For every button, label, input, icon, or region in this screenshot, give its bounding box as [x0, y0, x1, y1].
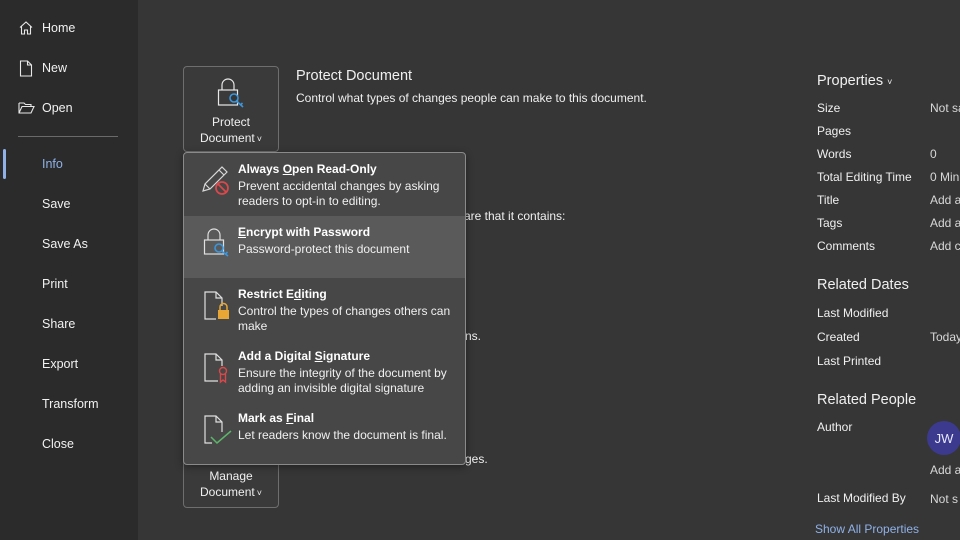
menu-item-title: Add a Digital Signature — [238, 349, 371, 363]
sidebar-divider — [18, 136, 118, 137]
sidebar-item-export[interactable]: Export — [0, 347, 138, 381]
sidebar-item-label: Print — [42, 277, 68, 291]
sidebar-item-label: Info — [42, 157, 63, 171]
sidebar-item-label: Home — [42, 21, 76, 35]
sidebar-item-label: Export — [42, 357, 79, 371]
property-label-last-modified-by: Last Modified By — [817, 491, 906, 505]
protect-document-label-2: Document ˅ — [200, 131, 262, 145]
protect-document-menu: Always Open Read-Only Prevent accidental… — [183, 152, 466, 465]
property-value-comments-input[interactable]: Add c — [930, 239, 960, 253]
property-value-words: 0 — [930, 147, 937, 161]
document-lock-icon — [200, 286, 234, 322]
property-value-size: Not sa — [930, 101, 960, 115]
menu-item-restrict-editing[interactable]: Restrict Editing Control the types of ch… — [184, 278, 465, 340]
property-label-size: Size — [817, 101, 841, 115]
sidebar-item-label: Share — [42, 317, 76, 331]
document-check-icon — [200, 410, 234, 446]
protect-document-label-1: Protect — [211, 115, 250, 129]
pencil-no-icon — [200, 161, 234, 197]
property-label-title: Title — [817, 193, 840, 207]
menu-item-title: Encrypt with Password — [238, 225, 371, 239]
chevron-down-icon: ˅ — [256, 488, 262, 498]
menu-item-always-open-read-only[interactable]: Always Open Read-Only Prevent accidental… — [184, 153, 465, 216]
sidebar-item-transform[interactable]: Transform — [0, 387, 138, 421]
chevron-down-icon: ˅ — [256, 134, 262, 144]
menu-item-mark-as-final[interactable]: Mark as Final Let readers know the docum… — [184, 402, 465, 464]
property-label-comments: Comments — [817, 239, 876, 253]
backstage-sidebar: Home New Open Info Save Save As Print Sh… — [0, 0, 138, 540]
property-label-created: Created — [817, 330, 860, 344]
properties-heading[interactable]: Properties ˅ — [817, 73, 892, 89]
document-ribbon-icon — [200, 348, 234, 384]
protect-document-button[interactable]: Protect Document ˅ — [183, 66, 279, 152]
sidebar-item-label: Close — [42, 437, 74, 451]
menu-item-description: Prevent accidental changes by asking rea… — [238, 179, 440, 208]
inspect-description-fragment-2: ns. — [465, 329, 482, 343]
menu-item-add-digital-signature[interactable]: Add a Digital Signature Ensure the integ… — [184, 340, 465, 402]
menu-item-description: Let readers know the document is final. — [238, 428, 447, 442]
lock-key-icon — [216, 76, 246, 114]
menu-item-title: Restrict Editing — [238, 287, 327, 301]
protect-document-description: Control what types of changes people can… — [296, 91, 647, 105]
property-value-last-modified-by: Not s — [930, 492, 959, 506]
property-label-pages: Pages — [817, 124, 852, 138]
menu-item-description: Password-protect this document — [238, 242, 410, 256]
property-value-created: Today — [930, 330, 960, 344]
chevron-down-icon: ˅ — [887, 77, 893, 87]
author-avatar[interactable]: JW — [927, 421, 960, 455]
menu-item-title: Mark as Final — [238, 411, 315, 425]
property-label-last-printed: Last Printed — [817, 354, 882, 368]
sidebar-item-save-as[interactable]: Save As — [0, 227, 138, 261]
lock-key-icon — [200, 224, 234, 260]
sidebar-item-label: New — [42, 61, 68, 75]
sidebar-item-home[interactable]: Home — [0, 11, 138, 45]
property-label-editing-time: Total Editing Time — [817, 170, 912, 184]
show-all-properties-link[interactable]: Show All Properties — [815, 522, 919, 536]
sidebar-item-label: Save — [42, 197, 71, 211]
property-label-words: Words — [817, 147, 852, 161]
manage-document-label-1: Manage — [209, 469, 253, 483]
property-value-editing-time: 0 Min — [930, 170, 960, 184]
home-icon — [17, 19, 35, 37]
sidebar-item-label: Open — [42, 101, 73, 115]
folder-open-icon — [17, 99, 35, 117]
sidebar-item-close[interactable]: Close — [0, 427, 138, 461]
property-value-tags-input[interactable]: Add a — [930, 216, 960, 230]
property-label-author: Author — [817, 420, 853, 434]
sidebar-item-open[interactable]: Open — [0, 91, 138, 125]
manage-document-label-2: Document ˅ — [200, 485, 262, 499]
menu-item-description: Ensure the integrity of the document by … — [238, 366, 447, 395]
property-label-tags: Tags — [817, 216, 843, 230]
sidebar-item-label: Save As — [42, 237, 88, 251]
manage-description-fragment: ges. — [465, 452, 488, 466]
protect-document-title: Protect Document — [296, 68, 413, 84]
menu-item-title: Always Open Read-Only — [238, 162, 377, 176]
sidebar-item-print[interactable]: Print — [0, 267, 138, 301]
property-label-last-modified: Last Modified — [817, 306, 889, 320]
sidebar-item-share[interactable]: Share — [0, 307, 138, 341]
sidebar-item-new[interactable]: New — [0, 51, 138, 85]
related-people-heading: Related People — [817, 392, 917, 408]
property-value-title-input[interactable]: Add a — [930, 193, 960, 207]
new-document-icon — [17, 59, 35, 77]
sidebar-item-label: Transform — [42, 397, 99, 411]
inspect-description-fragment: are that it contains: — [464, 209, 566, 223]
sidebar-item-save[interactable]: Save — [0, 187, 138, 221]
related-dates-heading: Related Dates — [817, 277, 909, 293]
sidebar-item-info[interactable]: Info — [0, 147, 138, 181]
menu-item-description: Control the types of changes others can … — [238, 304, 451, 333]
menu-item-encrypt-with-password[interactable]: Encrypt with Password Password-protect t… — [184, 216, 465, 278]
properties-panel: Properties ˅ Size Not sa Pages Words 0 T… — [815, 0, 960, 540]
add-author-input[interactable]: Add a — [930, 463, 960, 477]
